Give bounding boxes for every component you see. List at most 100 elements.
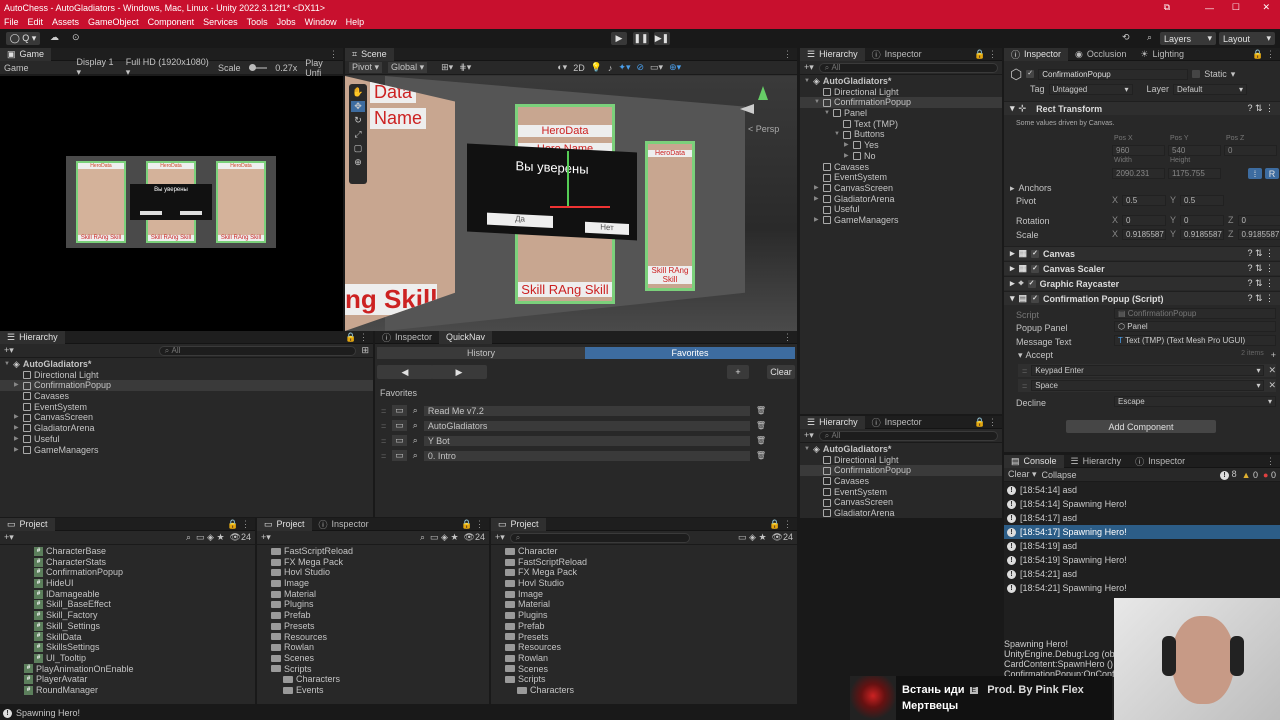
project-item[interactable]: FastScriptReload <box>491 557 797 568</box>
project-item[interactable]: # IDamageable <box>0 589 255 600</box>
menu-help[interactable]: Help <box>346 17 365 27</box>
width-field[interactable]: 2090.231 <box>1112 168 1165 179</box>
lock-icon[interactable]: 🔒 ⋮ <box>227 519 250 530</box>
lock-icon[interactable]: 🔒 ⋮ <box>345 332 368 343</box>
project-item[interactable]: Resources <box>257 632 489 643</box>
tree-item[interactable]: Text (TMP) <box>800 119 1002 130</box>
tree-item[interactable]: ▼ ConfirmationPopup <box>800 97 1002 109</box>
console-row[interactable]: ! [18:54:14] Spawning Hero! <box>1004 497 1280 511</box>
snap-icon[interactable]: ⋕▾ <box>459 62 471 73</box>
tree-item[interactable]: ▼ Buttons <box>800 129 1002 140</box>
favorite-item[interactable]: = ▭ ⌕ Y Bot 🗑 <box>375 433 797 448</box>
pivot-y-field[interactable]: 0.5 <box>1180 195 1225 206</box>
tree-item[interactable]: Directional Light <box>0 370 373 381</box>
expand-arrow-icon[interactable]: ▶ <box>14 380 20 391</box>
project-item[interactable]: FX Mega Pack <box>491 567 797 578</box>
chevron-down-icon[interactable]: ▾ <box>1018 350 1023 361</box>
play-unfocused[interactable]: Play Unfi <box>305 58 339 78</box>
expand-arrow-icon[interactable]: ▼ <box>804 444 810 455</box>
project-item[interactable]: Presets <box>257 621 489 632</box>
tree-item[interactable]: ▼ ◈ AutoGladiators* <box>0 359 373 370</box>
favorite-item[interactable]: = ▭ ⌕ Read Me v7.2 🗑 <box>375 403 797 418</box>
filter-icons[interactable]: ▭ ◈ ★ <box>738 532 767 543</box>
accept-item-2-dropdown[interactable]: Space ▾ <box>1031 380 1265 391</box>
menu-gameobject[interactable]: GameObject <box>88 17 139 27</box>
tree-item[interactable]: CanvasScreen <box>800 497 1002 508</box>
active-checkbox[interactable]: ✓ <box>1026 70 1035 78</box>
console-row[interactable]: ! [18:54:14] asd <box>1004 483 1280 497</box>
ping-button[interactable]: ▭ <box>392 405 407 416</box>
expand-arrow-icon[interactable]: ▼ <box>824 108 830 119</box>
decline-dropdown[interactable]: Escape ▾ <box>1114 396 1276 407</box>
layer-dropdown[interactable]: Default ▾ <box>1173 83 1248 95</box>
light-icon[interactable]: 💡 <box>591 62 602 73</box>
tab-hierarchy[interactable]: ☰ Hierarchy <box>800 48 865 61</box>
project-item[interactable]: Prefab <box>257 610 489 621</box>
move-gizmo-y[interactable] <box>567 151 569 206</box>
remove-item-icon[interactable]: ✕ <box>1268 365 1276 376</box>
scale-z-field[interactable]: 0.9185587 <box>1237 229 1280 240</box>
error-filter[interactable]: ● 0 <box>1263 470 1276 480</box>
gizmos-icon[interactable]: ⊕▾ <box>669 62 681 73</box>
eye-count[interactable]: 👁24 <box>464 532 485 543</box>
posz-field[interactable]: 0 <box>1224 145 1277 156</box>
add-icon[interactable]: +▾ <box>4 345 14 356</box>
tab-quicknav[interactable]: QuickNav <box>439 331 493 344</box>
rot-y-field[interactable]: 0 <box>1180 215 1225 226</box>
rot-x-field[interactable]: 0 <box>1122 215 1167 226</box>
menu-jobs[interactable]: Jobs <box>277 17 296 27</box>
warn-filter[interactable]: ▲ 0 <box>1242 470 1258 480</box>
tab-project[interactable]: ▭ Project <box>257 518 312 531</box>
chevron-right-icon[interactable]: ▸ <box>1010 263 1015 274</box>
lock-icon[interactable]: 🔒 ⋮ <box>974 49 997 60</box>
menu-window[interactable]: Window <box>305 17 337 27</box>
expand-arrow-icon[interactable]: ▶ <box>14 412 20 423</box>
remove-item-icon[interactable]: ✕ <box>1268 380 1276 391</box>
transform-tool-icon[interactable]: ⊕ <box>354 157 362 168</box>
project-item[interactable]: Prefab <box>491 621 797 632</box>
collapse-button[interactable]: Collapse <box>1042 470 1077 480</box>
accept-item-1-dropdown[interactable]: Keypad Enter ▾ <box>1031 365 1265 376</box>
cloud-icon[interactable]: ☁ <box>50 32 59 43</box>
console-row[interactable]: ! [18:54:19] asd <box>1004 539 1280 553</box>
audio-icon[interactable]: ♪ <box>608 63 613 73</box>
orientation-gizmo[interactable]: < Persp <box>740 86 780 136</box>
project-item[interactable]: Rowlan <box>257 642 489 653</box>
info-filter[interactable]: ! 8 <box>1220 469 1237 480</box>
tab-inspector[interactable]: ⓘ Inspector <box>375 331 439 344</box>
collab-icon[interactable]: ⊙ <box>72 32 80 43</box>
project-item[interactable]: # Skill_Factory <box>0 610 255 621</box>
ping-button[interactable]: ▭ <box>392 450 407 461</box>
ping-button[interactable]: ▭ <box>392 420 407 431</box>
expand-arrow-icon[interactable]: ▶ <box>814 183 820 194</box>
move-tool-icon[interactable]: ✥ <box>351 101 365 112</box>
rotate-tool-icon[interactable]: ↻ <box>354 115 362 126</box>
console-row[interactable]: ! [18:54:17] Spawning Hero! <box>1004 525 1280 539</box>
project-item[interactable]: # SkillData <box>0 632 255 643</box>
height-field[interactable]: 1175.755 <box>1168 168 1221 179</box>
search-input[interactable]: ⌕ All <box>818 430 998 441</box>
project-item[interactable]: Scripts <box>257 664 489 675</box>
step-button[interactable]: ▶❚ <box>654 32 670 45</box>
component-menu-icons[interactable]: ? ⇅ ⋮ <box>1247 263 1274 274</box>
tree-item[interactable]: Directional Light <box>800 87 1002 98</box>
component-graphic-raycaster[interactable]: Graphic Raycaster <box>1040 279 1120 289</box>
posy-field[interactable]: 540 <box>1168 145 1221 156</box>
menu-edit[interactable]: Edit <box>28 17 44 27</box>
lock-icon[interactable]: 🔒 ⋮ <box>769 519 792 530</box>
delete-icon[interactable]: 🗑 <box>756 436 766 445</box>
drag-handle-icon[interactable]: = <box>381 421 386 431</box>
project-item[interactable]: # CharacterBase <box>0 546 255 557</box>
delete-icon[interactable]: 🗑 <box>756 406 766 415</box>
static-checkbox[interactable] <box>1192 70 1201 78</box>
tree-item[interactable]: ▼ Panel <box>800 108 1002 119</box>
anchors-label[interactable]: Anchors <box>1019 183 1052 194</box>
rot-z-field[interactable]: 0 <box>1237 215 1280 226</box>
project-item[interactable]: Material <box>257 589 489 600</box>
chevron-right-icon[interactable]: ▸ <box>1010 278 1015 289</box>
tree-item[interactable]: ▶ GameManagers <box>800 215 1002 226</box>
tree-item[interactable]: Useful <box>800 204 1002 215</box>
effects-icon[interactable]: ✦▾ <box>618 62 630 73</box>
add-icon[interactable]: +▾ <box>804 430 814 441</box>
project-item[interactable]: Material <box>491 599 797 610</box>
